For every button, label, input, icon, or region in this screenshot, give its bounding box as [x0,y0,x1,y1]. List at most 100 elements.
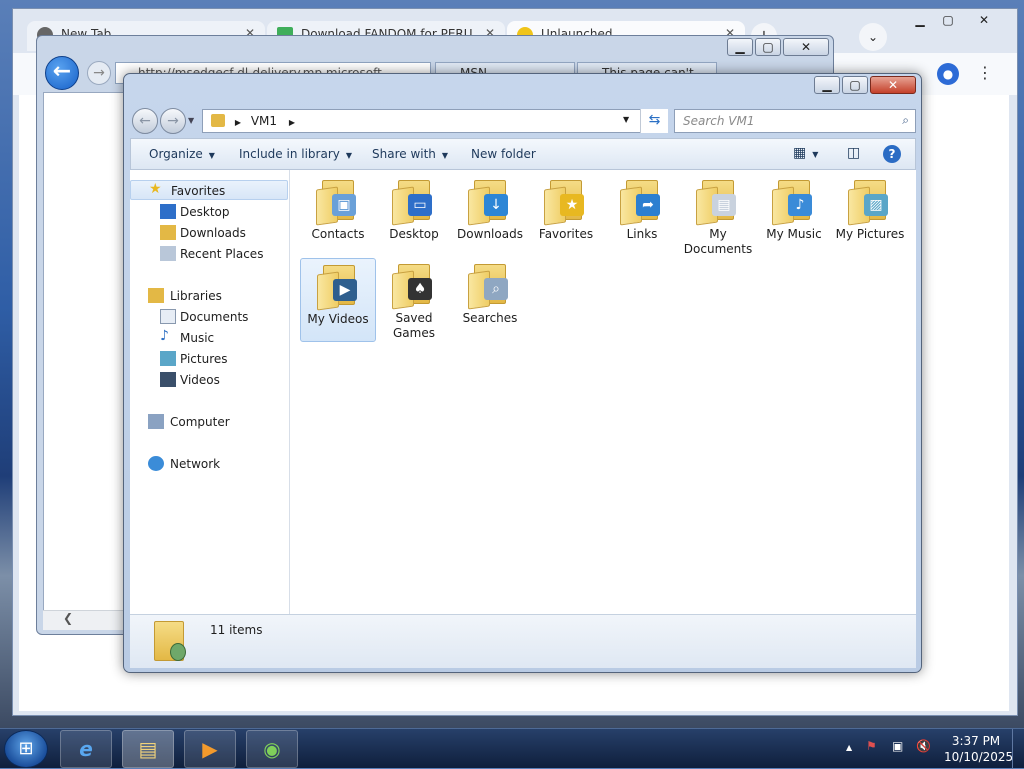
details-pane: 11 items [130,614,916,668]
organize-button[interactable]: Organize ▼ [149,147,215,161]
horizontal-scrollbar[interactable]: ❮ [43,610,129,630]
maximize-button[interactable]: ▢ [755,38,781,56]
chrome-taskbar-button[interactable]: ◉ [246,730,298,768]
file-item-label: My Documents [683,227,753,256]
new-folder-label: New folder [471,147,536,161]
desktop-icon: ▭ [392,180,434,226]
menu-icon[interactable]: ⋮ [977,63,993,82]
chevron-down-icon[interactable]: ▼ [623,115,629,124]
nav-label: Recent Places [180,247,264,261]
file-item[interactable]: ▨ My Pictures [832,174,908,258]
nav-computer[interactable]: Computer [130,412,288,432]
file-item[interactable]: ▤ My Documents [680,174,756,258]
minimize-button[interactable]: ▁ [907,11,933,29]
nav-label: Downloads [180,226,246,240]
forward-button[interactable]: → [87,61,111,85]
file-item[interactable]: ★ Favorites [528,174,604,258]
searches-icon: ⌕ [468,264,510,310]
minimize-button[interactable]: ▁ [814,76,840,94]
file-item[interactable]: ♪ My Music [756,174,832,258]
tab-search-button[interactable]: ⌄ [859,23,887,51]
file-item[interactable]: ▶ My Videos [300,258,376,342]
recent-pages-icon[interactable]: ▼ [188,116,194,125]
chevron-down-icon: ▼ [812,150,819,159]
preview-pane-icon[interactable]: ◫ [847,145,860,161]
my-pictures-icon: ▨ [848,180,890,226]
taskbar: ⊞ e ▤ ▶ ◉ ▲ ⚑ ▣ 🔇 3:37 PM 10/10/2025 [0,728,1024,769]
file-item[interactable]: ↓ Downloads [452,174,528,258]
share-with-button[interactable]: Share with ▼ [372,147,448,161]
nav-music[interactable]: ♪ Music [130,328,288,348]
show-hidden-icons-button[interactable]: ▲ [846,743,852,752]
internet-explorer-taskbar-button[interactable]: e [60,730,112,768]
breadcrumb-vm1[interactable]: VM1 [251,114,277,128]
share-label: Share with [372,147,436,161]
volume-muted-icon[interactable]: 🔇 [916,739,931,753]
desktop-icon [160,204,176,219]
maximize-button[interactable]: ▢ [935,11,961,29]
nav-videos[interactable]: Videos [130,370,288,390]
nav-downloads[interactable]: Downloads [130,223,288,243]
scroll-left-icon[interactable]: ❮ [63,611,73,625]
back-button[interactable]: ← [45,56,79,90]
minimize-button[interactable]: ▁ [727,38,753,56]
file-item[interactable]: ➦ Links [604,174,680,258]
nav-pictures[interactable]: Pictures [130,349,288,369]
maximize-button[interactable]: ▢ [842,76,868,94]
network-icon[interactable]: ▣ [892,739,903,753]
my-videos-icon: ▶ [317,265,359,311]
my-music-icon: ♪ [772,180,814,226]
file-item[interactable]: ♠ Saved Games [376,258,452,342]
file-item-label: Favorites [538,227,594,241]
chevron-right-icon[interactable]: ▶ [289,118,295,127]
explorer-window: ▁ ▢ ✕ ← → ▼ ▶ VM1 ▶ ▼ ⇆ Search VM1 ⌕ Org… [123,73,922,673]
navigation-pane: ★ Favorites Desktop Downloads Recent Pla… [130,170,290,614]
nav-desktop[interactable]: Desktop [130,202,288,222]
breadcrumb[interactable]: ▶ VM1 ▶ ▼ [202,109,668,133]
nav-documents[interactable]: Documents [130,307,288,327]
windows-explorer-taskbar-button[interactable]: ▤ [122,730,174,768]
search-icon[interactable]: ⌕ [902,113,909,128]
nav-recent-places[interactable]: Recent Places [130,244,288,264]
file-item[interactable]: ▭ Desktop [376,174,452,258]
pictures-icon [160,351,176,366]
downloads-icon [160,225,176,240]
start-button[interactable]: ⊞ [4,730,48,768]
forward-button[interactable]: → [160,108,186,134]
chevron-right-icon[interactable]: ▶ [235,118,241,127]
back-button[interactable]: ← [132,108,158,134]
command-bar: Organize ▼ Include in library ▼ Share with… [130,138,916,170]
action-center-icon[interactable]: ⚑ [866,739,877,753]
clock[interactable]: 3:37 PM 10/10/2025 [944,733,1013,765]
videos-icon [160,372,176,387]
contacts-icon: ▣ [316,180,358,226]
file-item[interactable]: ⌕ Searches [452,258,528,342]
recent-places-icon [160,246,176,261]
folder-user-icon [150,621,190,665]
close-button[interactable]: ✕ [783,38,829,56]
help-icon[interactable]: ? [883,145,901,163]
close-button[interactable]: ✕ [870,76,916,94]
file-item-label: Desktop [389,227,439,241]
nav-network[interactable]: Network [130,454,288,474]
my-documents-icon: ▤ [696,180,738,226]
file-item-label: My Music [766,227,822,241]
file-item[interactable]: ▣ Contacts [300,174,376,258]
view-options-icon[interactable]: ▦ ▼ [793,145,818,161]
new-folder-button[interactable]: New folder [471,147,536,161]
file-item-label: Contacts [311,227,365,241]
include-in-library-button[interactable]: Include in library ▼ [239,147,352,161]
nav-libraries[interactable]: Libraries [130,286,288,306]
profile-icon[interactable]: ● [937,63,959,85]
refresh-button[interactable]: ⇆ [640,109,668,133]
links-icon: ➦ [620,180,662,226]
nav-label: Videos [180,373,220,387]
clock-time: 3:37 PM [951,734,1001,748]
close-button[interactable]: ✕ [971,11,997,29]
nav-favorites[interactable]: ★ Favorites [130,180,288,200]
media-player-taskbar-button[interactable]: ▶ [184,730,236,768]
file-item-label: My Videos [307,312,369,326]
show-desktop-button[interactable] [1012,729,1024,769]
nav-label: Computer [170,415,230,429]
search-input[interactable]: Search VM1 ⌕ [674,109,916,133]
